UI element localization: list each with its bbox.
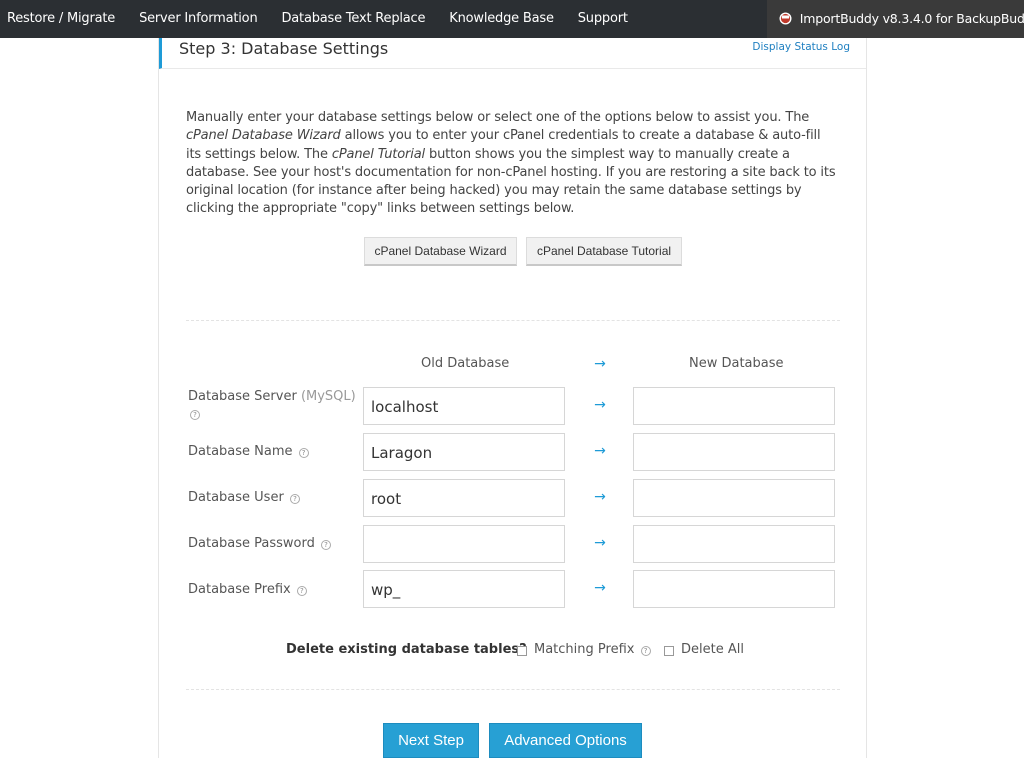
old-database-prefix-field[interactable]: wp_ [363,570,565,608]
old-database-server-field[interactable]: localhost [363,387,565,425]
copy-server-arrow[interactable]: → [590,397,610,413]
matching-prefix-text: Matching Prefix [534,642,635,657]
delete-all-label: Delete All [681,642,744,657]
new-database-server-field[interactable] [633,387,835,425]
cpanel-tutorial-button[interactable]: cPanel Database Tutorial [526,237,682,266]
copy-user-arrow[interactable]: → [590,489,610,505]
database-server-label: Database Server (MySQL) ? [188,388,356,422]
help-icon[interactable]: ? [289,494,300,504]
help-icon[interactable]: ? [190,410,200,420]
nav-support[interactable]: Support [566,0,640,38]
help-icon[interactable]: ? [640,646,651,656]
step-header: Step 3: Database Settings Display Status… [159,38,866,69]
section-divider [186,320,840,321]
advanced-options-button[interactable]: Advanced Options [489,723,642,758]
old-database-name-field[interactable]: Laragon [363,433,565,471]
database-user-label-text: Database User [188,490,284,505]
database-server-label-text: Database Server [188,389,297,404]
database-name-label: Database Name ? [188,443,309,460]
intro-text: Manually enter your database settings be… [186,109,836,219]
mysql-hint: (MySQL) [300,389,356,404]
top-navigation-bar: Restore / Migrate Server Information Dat… [0,0,1024,38]
section-divider [186,689,840,690]
cpanel-wizard-button[interactable]: cPanel Database Wizard [364,237,517,266]
page-title: Step 3: Database Settings [179,39,389,58]
brand: ImportBuddy v8.3.4.0 for BackupBuddy [767,0,1024,38]
new-database-header: New Database [689,356,784,371]
database-password-label: Database Password ? [188,535,332,552]
database-prefix-label: Database Prefix ? [188,581,307,598]
delete-tables-label: Delete existing database tables? [286,642,527,657]
brand-label: ImportBuddy v8.3.4.0 for BackupBuddy [799,11,1024,26]
nav-database-text-replace[interactable]: Database Text Replace [269,0,437,38]
database-password-label-text: Database Password [188,536,315,551]
matching-prefix-label: Matching Prefix ? [534,642,651,657]
database-name-label-text: Database Name [188,444,293,459]
display-status-log-link[interactable]: Display Status Log [752,41,850,53]
delete-all-checkbox[interactable] [664,646,674,656]
intro-text-1: Manually enter your database settings be… [186,110,810,125]
help-icon[interactable]: ? [298,448,309,458]
help-icon[interactable]: ? [296,586,307,596]
new-database-name-field[interactable] [633,433,835,471]
new-database-prefix-field[interactable] [633,570,835,608]
matching-prefix-checkbox[interactable] [517,646,527,656]
old-database-password-field[interactable] [363,525,565,563]
nav-restore-migrate[interactable]: Restore / Migrate [0,0,127,38]
database-prefix-label-text: Database Prefix [188,582,291,597]
old-database-user-field[interactable]: root [363,479,565,517]
copy-prefix-arrow[interactable]: → [590,580,610,596]
copy-name-arrow[interactable]: → [590,443,610,459]
new-database-user-field[interactable] [633,479,835,517]
nav-server-information[interactable]: Server Information [127,0,269,38]
top-nav: Restore / Migrate Server Information Dat… [0,0,640,38]
help-icon[interactable]: ? [321,540,332,550]
intro-wizard-emphasis: cPanel Database Wizard [186,128,341,144]
database-user-label: Database User ? [188,489,300,506]
old-database-header: Old Database [421,356,510,371]
nav-knowledge-base[interactable]: Knowledge Base [437,0,565,38]
intro-tutorial-emphasis: cPanel Tutorial [331,146,425,162]
importbuddy-logo-icon [779,12,792,25]
copy-password-arrow[interactable]: → [590,535,610,551]
next-step-button[interactable]: Next Step [383,723,479,758]
header-arrow: → [594,356,606,372]
new-database-password-field[interactable] [633,525,835,563]
